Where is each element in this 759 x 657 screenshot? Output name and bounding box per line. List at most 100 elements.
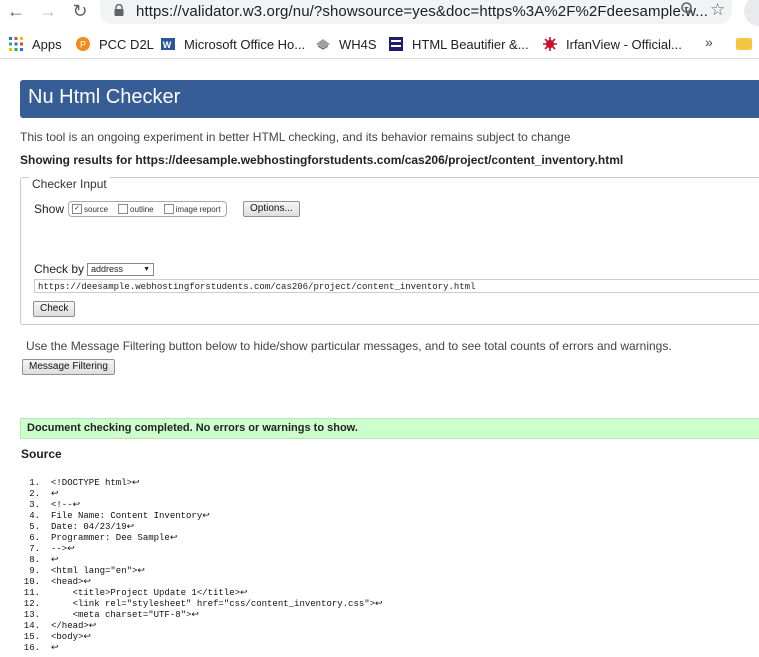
check-by-select[interactable]: address ▼	[87, 262, 155, 276]
bookmark-label: IrfanView - Official...	[566, 36, 682, 52]
code-line: 5. Date: 04/23/19↩	[22, 522, 383, 533]
source-checkbox[interactable]: ✓	[72, 204, 83, 214]
code-line: 16. ↩	[22, 643, 383, 654]
page-header: Nu Html Checker	[20, 80, 759, 118]
success-message: Document checking completed. No errors o…	[20, 418, 759, 439]
option-label: source	[84, 204, 109, 214]
line-number: 4.	[29, 511, 40, 521]
code-line: 6. Programmer: Dee Sample↩	[22, 533, 383, 544]
code-text: <meta charset="UTF-8">↩	[51, 610, 199, 620]
bookmark-label: PCC D2L	[99, 36, 154, 52]
code-line: 11. <title>Project Update 1</title>↩	[22, 588, 383, 599]
reload-icon[interactable]: ↻	[68, 0, 92, 24]
document-url-input[interactable]: https://deesample.webhostingforstudents.…	[34, 279, 759, 293]
code-text: <link rel="stylesheet" href="css/content…	[51, 599, 383, 609]
outline-checkbox[interactable]	[118, 204, 129, 214]
back-arrow-icon[interactable]: ←	[4, 0, 28, 24]
option-label: image report	[175, 204, 221, 214]
code-text: ↩	[51, 643, 59, 653]
code-line: 1. <!DOCTYPE html>↩	[22, 478, 383, 489]
svg-text:W: W	[163, 40, 172, 50]
svg-text:P: P	[80, 40, 86, 50]
line-number: 9.	[29, 566, 40, 576]
browser-toolbar: ← → ↻ https://validator.w3.org/nu/?shows…	[0, 0, 759, 26]
option-label: outline	[130, 204, 154, 214]
line-number: 11.	[23, 588, 40, 598]
dropdown-arrow-icon: ▼	[143, 265, 151, 273]
line-number: 5.	[29, 522, 40, 532]
bookmark-apps[interactable]: Apps	[8, 34, 62, 54]
showing-results-heading: Showing results for https://deesample.we…	[20, 153, 624, 167]
bookmark-label: Microsoft Office Ho...	[184, 36, 306, 52]
code-line: 10. <head>↩	[22, 577, 383, 588]
url-text[interactable]: https://validator.w3.org/nu/?showsource=…	[136, 3, 708, 20]
code-line: 7. -->↩	[22, 544, 383, 555]
bookmarks-bar: Apps P PCC D2L W Microsoft Office Ho... …	[0, 30, 759, 59]
intro-text: This tool is an ongoing experiment in be…	[20, 130, 571, 144]
code-text: </head>↩	[51, 621, 97, 631]
profile-avatar[interactable]	[744, 0, 759, 26]
line-number: 12.	[23, 599, 40, 609]
check-by-row: Check by address ▼	[34, 262, 155, 276]
apps-grid-icon	[9, 37, 23, 51]
code-text: File Name: Content Inventory↩	[51, 511, 210, 521]
show-label: Show	[34, 202, 65, 216]
line-number: 15.	[23, 632, 40, 642]
d2l-icon: P	[76, 37, 90, 51]
show-options-group: ✓ source outline image report	[68, 201, 227, 217]
line-number: 2.	[29, 489, 40, 499]
line-number: 10.	[23, 577, 40, 587]
code-text: Programmer: Dee Sample↩	[51, 533, 178, 543]
bookmark-label: HTML Beautifier &...	[412, 36, 529, 52]
image-report-checkbox[interactable]	[163, 204, 174, 214]
check-by-label: Check by	[34, 262, 85, 276]
lock-icon	[114, 4, 124, 16]
bookmark-irfanview[interactable]: IrfanView - Official...	[542, 34, 682, 54]
line-number: 8.	[29, 555, 40, 565]
code-text: <head>↩	[51, 577, 91, 587]
source-listing: 1. <!DOCTYPE html>↩ 2. ↩ 3. <!--↩ 4. File Na…	[22, 478, 383, 654]
code-line: 8. ↩	[22, 555, 383, 566]
line-number: 6.	[29, 533, 40, 543]
message-filtering-button[interactable]: Message Filtering	[22, 359, 115, 375]
code-text: ↩	[51, 555, 59, 565]
code-text: ↩	[51, 489, 59, 499]
more-bookmarks-chevron-icon[interactable]: »	[705, 34, 713, 50]
address-bar[interactable]: https://validator.w3.org/nu/?showsource=…	[100, 0, 732, 24]
code-text: <body>↩	[51, 632, 91, 642]
code-text: Date: 04/23/19↩	[51, 522, 135, 532]
code-line: 13. <meta charset="UTF-8">↩	[22, 610, 383, 621]
bookmark-label: Apps	[32, 36, 62, 52]
option-image-report[interactable]: image report	[163, 204, 221, 214]
word-icon: W	[161, 38, 175, 50]
code-line: 2. ↩	[22, 489, 383, 500]
code-text: <!DOCTYPE html>↩	[51, 478, 140, 488]
check-by-value: address	[91, 263, 124, 274]
bookmark-label: WH4S	[339, 36, 377, 52]
option-source[interactable]: ✓ source	[72, 204, 108, 214]
bookmark-microsoft-office[interactable]: W Microsoft Office Ho...	[160, 34, 305, 54]
line-number: 16.	[23, 643, 40, 653]
bookmark-star-icon[interactable]: ☆	[710, 0, 725, 20]
code-line: 3. <!--↩	[22, 500, 383, 511]
bookmark-html-beautifier[interactable]: HTML Beautifier &...	[388, 34, 529, 54]
option-outline[interactable]: outline	[118, 204, 154, 214]
bookmark-wh4s[interactable]: WH4S	[315, 34, 377, 54]
code-line: 14. </head>↩	[22, 621, 383, 632]
line-number: 14.	[23, 621, 40, 631]
tools-icon	[389, 37, 403, 51]
zoom-icon[interactable]	[680, 1, 696, 22]
code-text: <title>Project Update 1</title>↩	[51, 588, 248, 598]
show-options-row: Show ✓ source outline image report	[34, 201, 227, 217]
page-title: Nu Html Checker	[28, 86, 181, 108]
line-number: 3.	[29, 500, 40, 510]
code-line: 4. File Name: Content Inventory↩	[22, 511, 383, 522]
code-line: 15. <body>↩	[22, 632, 383, 643]
bookmark-pcc-d2l[interactable]: P PCC D2L	[75, 34, 154, 54]
line-number: 1.	[29, 478, 40, 488]
forward-arrow-icon[interactable]: →	[36, 0, 60, 24]
options-button[interactable]: Options...	[243, 201, 300, 217]
code-line: 9. <html lang="en">↩	[22, 566, 383, 577]
check-button[interactable]: Check	[33, 301, 76, 317]
folder-icon[interactable]	[736, 38, 752, 50]
